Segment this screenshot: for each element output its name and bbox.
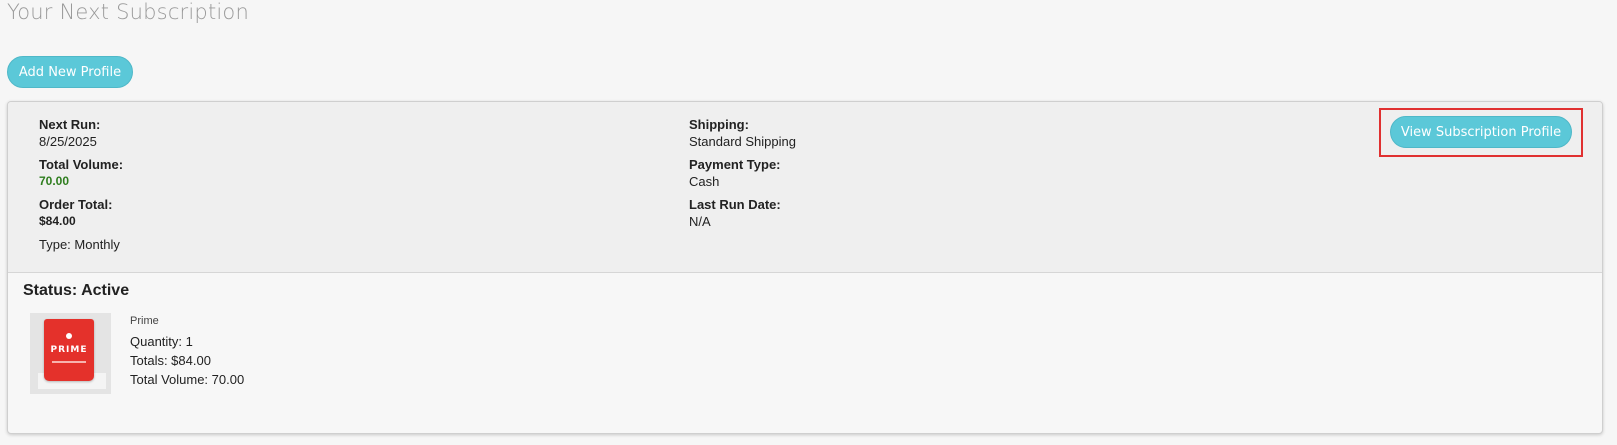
view-subscription-profile-button[interactable]: View Subscription Profile — [1390, 116, 1572, 148]
total-volume-label: Total Volume: — [39, 157, 124, 172]
product-bag-stripe — [52, 361, 86, 363]
product-bag-logo — [66, 333, 72, 339]
summary-middle-column: Shipping: Standard Shipping Payment Type… — [689, 116, 796, 236]
subscription-summary: Next Run: 8/25/2025 Total Volume: 70.00 … — [8, 102, 1602, 273]
add-new-profile-button[interactable]: Add New Profile — [7, 56, 133, 88]
product-details: Prime Quantity: 1 Totals: $84.00 Total V… — [130, 312, 244, 389]
product-bag-icon: PRIME — [44, 319, 94, 381]
product-totals: Totals: $84.00 — [130, 353, 211, 368]
last-run-date-label: Last Run Date: — [689, 197, 781, 212]
page-title: Your Next Subscription — [7, 0, 249, 24]
payment-type-value: Cash — [689, 174, 720, 189]
payment-type-label: Payment Type: — [689, 157, 781, 172]
product-bag-text: PRIME — [50, 345, 88, 355]
order-total-label: Order Total: — [39, 197, 113, 212]
summary-left-column: Next Run: 8/25/2025 Total Volume: 70.00 … — [39, 116, 123, 253]
product-name: Prime — [130, 315, 159, 327]
total-volume-value: 70.00 — [39, 174, 70, 188]
shipping-label: Shipping: — [689, 117, 749, 132]
status-heading: Status: Active — [23, 282, 130, 299]
subscription-type: Type: Monthly — [39, 237, 120, 252]
order-total-value: $84.00 — [39, 214, 76, 228]
next-run-label: Next Run: — [39, 117, 101, 132]
product-quantity: Quantity: 1 — [130, 334, 193, 349]
shipping-value: Standard Shipping — [689, 134, 796, 149]
product-total-volume: Total Volume: 70.00 — [130, 372, 245, 387]
last-run-date-value: N/A — [689, 214, 711, 229]
next-run-value: 8/25/2025 — [39, 134, 97, 149]
product-image: PRIME — [30, 313, 111, 394]
subscription-card: Next Run: 8/25/2025 Total Volume: 70.00 … — [7, 101, 1603, 434]
